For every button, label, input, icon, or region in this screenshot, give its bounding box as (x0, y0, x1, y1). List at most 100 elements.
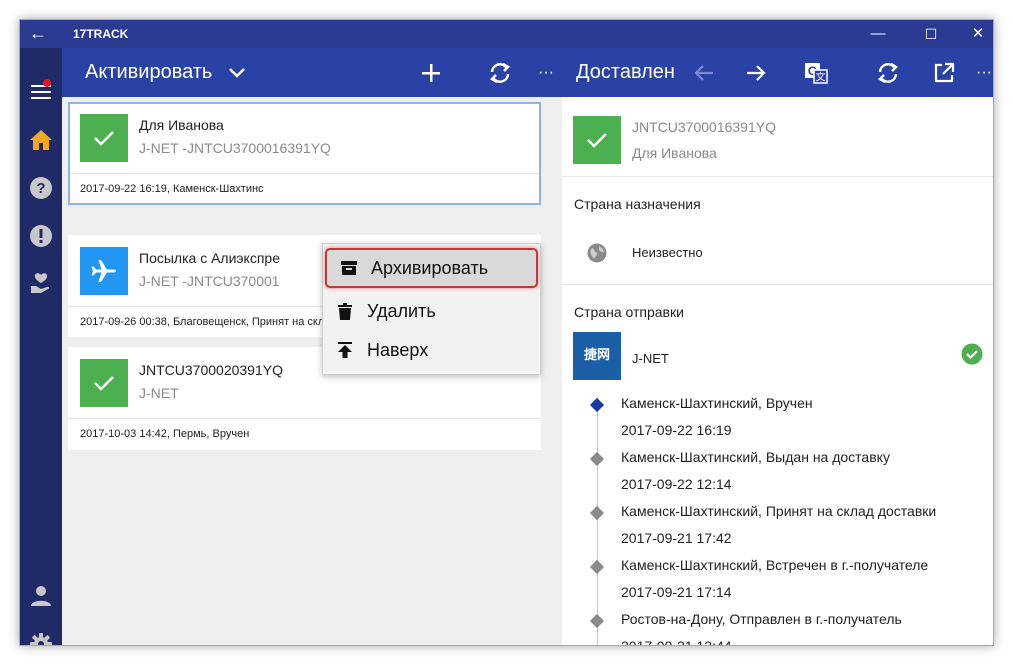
next-button[interactable] (738, 48, 774, 97)
svg-text:文: 文 (816, 70, 826, 83)
detail-header: Доставлен G文 ··· (562, 48, 993, 97)
event-time: 2017-09-21 13:44 (621, 638, 732, 646)
nav-alerts[interactable] (20, 218, 62, 254)
gear-icon (30, 633, 52, 645)
detail-status-title: Доставлен (576, 61, 675, 83)
carrier-name: J-NET (632, 351, 669, 366)
package-number: J-NET -JNTCU370001 (139, 273, 280, 289)
nav-donate[interactable] (20, 266, 62, 302)
maximize-button[interactable]: ☐ (908, 20, 954, 48)
hamburger-icon (31, 85, 51, 99)
menu-item-move-top[interactable]: Наверх (323, 331, 540, 369)
event-title: Каменск-Шахтинский, Принят на склад дост… (621, 503, 937, 519)
carrier-logo: 捷网 (573, 332, 621, 380)
event-title: Ростов-на-Дону, Отправлен в г.-получател… (621, 611, 902, 627)
arrow-right-icon (747, 64, 766, 81)
package-card[interactable]: Для Иванова J-NET -JNTCU3700016391YQ 201… (68, 102, 541, 205)
nav-settings[interactable] (20, 626, 62, 645)
sync-item-button[interactable] (870, 48, 906, 97)
card-divider (70, 173, 539, 174)
sync-icon (489, 62, 511, 83)
timeline-event: Каменск-Шахтинский, Встречен в г.-получа… (562, 557, 993, 611)
package-name: JNTCU3700020391YQ (139, 362, 283, 378)
event-time: 2017-09-21 17:14 (621, 584, 732, 600)
notification-dot (43, 79, 51, 87)
heart-hand-icon (31, 273, 50, 293)
event-time: 2017-09-21 17:42 (621, 530, 732, 546)
event-title: Каменск-Шахтинский, Выдан на доставку (621, 449, 890, 465)
close-button[interactable]: ✕ (955, 20, 993, 48)
svg-text:?: ? (36, 180, 45, 197)
question-icon: ? (30, 177, 52, 199)
status-badge (80, 247, 128, 295)
previous-button[interactable] (686, 48, 722, 97)
context-menu: Архивировать Удалить Наверх (322, 243, 541, 375)
person-icon (31, 586, 51, 606)
check-icon (573, 116, 621, 164)
package-last-event: 2017-09-22 16:19, Каменск-Шахтинс (80, 183, 264, 195)
move-top-icon (323, 342, 367, 358)
translate-icon: G文 (805, 62, 828, 84)
plus-icon (422, 63, 440, 82)
menu-item-label: Удалить (367, 300, 436, 321)
detail-pane: JNTCU3700016391YQ Для Иванова Страна наз… (562, 97, 993, 646)
detail-package-name: Для Иванова (632, 145, 717, 161)
exclamation-icon (30, 225, 52, 247)
destination-value: Неизвестно (632, 245, 703, 260)
add-button[interactable] (411, 48, 451, 97)
timeline-marker (589, 451, 605, 467)
check-icon (80, 359, 128, 407)
origin-label: Страна отправки (574, 304, 684, 320)
trash-icon (323, 302, 367, 320)
timeline-event: Ростов-на-Дону, Отправлен в г.-получател… (562, 611, 993, 646)
timeline-marker (589, 505, 605, 521)
nav-help[interactable]: ? (20, 170, 62, 206)
timeline-event: Каменск-Шахтинский, Принят на склад дост… (562, 503, 993, 557)
filter-title[interactable]: Активировать (85, 48, 212, 97)
timeline-marker (589, 559, 605, 575)
card-divider (68, 418, 541, 419)
arrow-left-icon (694, 64, 713, 81)
translate-button[interactable]: G文 (798, 48, 834, 97)
hamburger-menu-button[interactable] (20, 74, 62, 110)
detail-more-button[interactable]: ··· (972, 48, 993, 97)
divider (562, 284, 993, 285)
back-button[interactable]: ← (20, 20, 56, 48)
filter-dropdown-button[interactable] (222, 48, 252, 97)
home-icon (30, 130, 52, 150)
timeline-marker (589, 613, 605, 629)
detail-tracking-number: JNTCU3700016391YQ (632, 119, 776, 135)
app-title: 17TRACK (73, 27, 129, 41)
status-badge (80, 359, 128, 407)
menu-item-delete[interactable]: Удалить (323, 292, 540, 330)
timeline-event: Каменск-Шахтинский, Выдан на доставку 20… (562, 449, 993, 503)
detail-status-badge (573, 116, 621, 164)
menu-item-archive[interactable]: Архивировать (325, 248, 538, 288)
nav-home[interactable] (20, 122, 62, 158)
event-time: 2017-09-22 16:19 (621, 422, 732, 438)
package-name: Посылка с Алиэкспре (139, 250, 280, 266)
sync-all-button[interactable] (480, 48, 520, 97)
list-header: Активировать ··· (62, 48, 562, 97)
event-time: 2017-09-22 12:14 (621, 476, 732, 492)
carrier-verified-icon (961, 343, 983, 365)
package-last-event: 2017-10-03 14:42, Пермь, Вручен (80, 428, 250, 440)
app-window: ← 17TRACK — ☐ ✕ ? Активировать ··· Доста… (19, 19, 994, 646)
title-bar: ← 17TRACK — ☐ ✕ (20, 20, 993, 48)
package-number: J-NET (139, 385, 179, 401)
chevron-down-icon (229, 67, 245, 78)
package-name: Для Иванова (139, 117, 224, 133)
list-more-button[interactable]: ··· (530, 48, 562, 97)
archive-icon (327, 260, 371, 276)
package-list: Для Иванова J-NET -JNTCU3700016391YQ 201… (62, 97, 562, 645)
airplane-icon (80, 247, 128, 295)
minimize-button[interactable]: — (855, 20, 901, 48)
destination-label: Страна назначения (574, 196, 701, 212)
menu-item-label: Архивировать (371, 257, 489, 278)
divider (562, 176, 993, 177)
navigation-rail: ? (20, 48, 62, 645)
nav-account[interactable] (20, 578, 62, 614)
open-external-button[interactable] (926, 48, 962, 97)
event-title: Каменск-Шахтинский, Встречен в г.-получа… (621, 557, 929, 573)
timeline-marker-latest (589, 397, 605, 413)
